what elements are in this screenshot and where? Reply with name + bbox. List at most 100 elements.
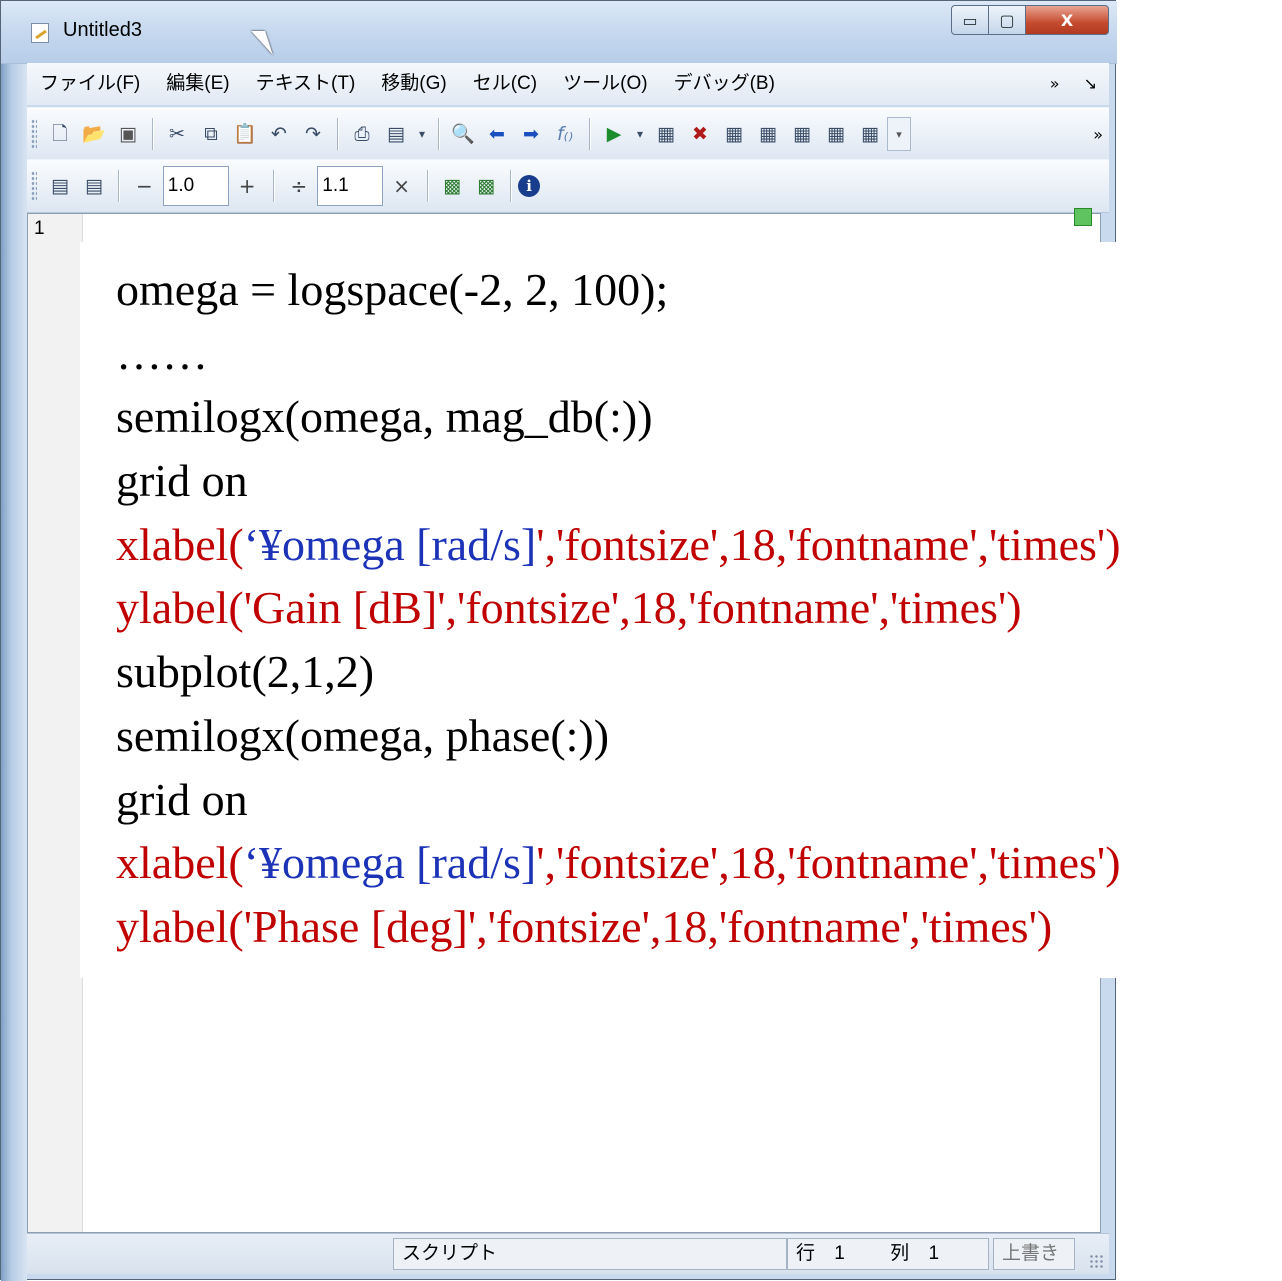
toolbar-separator <box>438 118 439 150</box>
code-line-10-string: ‘¥omega [rad/s] <box>243 837 537 889</box>
line-number-gutter: 1 <box>28 214 83 1232</box>
execute-dropdown-icon[interactable]: ▾ <box>634 120 646 148</box>
code-listing: omega = logspace(-2, 2, 100); …… semilog… <box>116 258 1121 959</box>
code-line-4: grid on <box>116 455 248 507</box>
function-icon[interactable]: f₍₎ <box>551 120 579 148</box>
code-line-5-string: ‘¥omega [rad/s] <box>243 518 537 570</box>
divide-button[interactable]: ÷ <box>291 174 308 198</box>
copy-icon[interactable]: ⧉ <box>197 120 225 148</box>
row-label: 行 <box>796 1243 816 1264</box>
menu-file[interactable]: ファイル(F) <box>27 63 153 105</box>
forward-arrow-icon[interactable]: ➡ <box>517 120 545 148</box>
find-icon[interactable]: 🔍 <box>449 120 477 148</box>
code-line-5: xlabel(‘¥omega [rad/s]','fontsize',18,'f… <box>116 513 1121 577</box>
menu-overflow-button[interactable]: » <box>1038 63 1072 105</box>
row-value: 1 <box>834 1243 845 1264</box>
status-bar: スクリプト 行 1 列 1 上書き <box>27 1233 1109 1274</box>
back-arrow-icon[interactable]: ⬅ <box>483 120 511 148</box>
code-line-10-args: ','fontsize',18,'fontname','times') <box>536 837 1121 889</box>
new-file-icon[interactable]: 🗋 <box>46 120 74 148</box>
print-icon[interactable]: ⎙ <box>348 120 376 148</box>
status-overwrite: 上書き <box>993 1238 1075 1270</box>
page-next-icon[interactable]: ▦ <box>754 120 782 148</box>
col-value: 1 <box>928 1243 940 1264</box>
toolbar-separator <box>272 170 274 202</box>
status-mode: スクリプト <box>393 1238 787 1270</box>
code-line-5-func: xlabel( <box>116 518 244 570</box>
insert-cell-above-icon[interactable]: ▤ <box>46 172 74 200</box>
evaluate-all-icon[interactable]: ▩ <box>472 172 500 200</box>
toolbar-separator <box>118 170 119 202</box>
page-prev-icon[interactable]: ▦ <box>720 120 748 148</box>
close-icon: X <box>1060 10 1074 30</box>
print-dropdown-icon[interactable]: ▾ <box>416 120 428 148</box>
col-label: 列 <box>890 1243 910 1264</box>
status-position: 行 1 列 1 <box>787 1238 989 1270</box>
insert-cell-below-icon[interactable]: ▤ <box>80 172 108 200</box>
code-line-11: ylabel('Phase [deg]','fontsize',18,'font… <box>116 900 1053 952</box>
toolbar-grip[interactable] <box>31 171 37 201</box>
document-icon <box>31 23 49 43</box>
window-left-edge <box>1 1 27 1281</box>
code-line-3: semilogx(omega, mag_db(:)) <box>116 391 653 443</box>
title-bar[interactable]: Untitled3 ▭ ▢ X <box>1 1 1117 64</box>
minimize-button[interactable]: ▭ <box>951 5 989 35</box>
menu-bar: ファイル(F) 編集(E) テキスト(T) 移動(G) セル(C) ツール(O)… <box>27 63 1109 105</box>
line-number: 1 <box>34 218 45 239</box>
toolbar-separator <box>337 118 338 150</box>
code-line-2: …… <box>116 327 208 379</box>
close-doc-icon[interactable]: ✖ <box>686 120 714 148</box>
menu-cell[interactable]: セル(C) <box>460 63 550 105</box>
code-line-7: subplot(2,1,2) <box>116 646 375 698</box>
toolbar-separator <box>152 118 153 150</box>
toolbar-grip[interactable] <box>31 119 37 149</box>
page-last-icon[interactable]: ▦ <box>822 120 850 148</box>
minimize-icon: ▭ <box>962 10 978 30</box>
page-first-icon[interactable]: ▦ <box>788 120 816 148</box>
maximize-button[interactable]: ▢ <box>988 5 1026 35</box>
window-title: Untitled3 <box>63 19 142 41</box>
cut-icon[interactable]: ✂ <box>163 120 191 148</box>
menu-edit[interactable]: 編集(E) <box>153 63 242 105</box>
page-split-icon[interactable]: ▦ <box>856 120 884 148</box>
factor-value-input[interactable] <box>317 166 384 206</box>
menu-text[interactable]: テキスト(T) <box>243 63 369 105</box>
code-line-9: grid on <box>116 773 248 825</box>
info-icon[interactable]: i <box>518 175 541 197</box>
undo-icon[interactable]: ↶ <box>265 120 293 148</box>
evaluate-cell-icon[interactable]: ▩ <box>438 172 466 200</box>
print-preview-icon[interactable]: ▤ <box>382 120 410 148</box>
close-button[interactable]: X <box>1025 5 1109 35</box>
code-line-1: omega = logspace(-2, 2, 100); <box>116 264 669 315</box>
page-icon[interactable]: ▦ <box>652 120 680 148</box>
status-indicator-icon <box>1074 208 1092 226</box>
menu-goto[interactable]: 移動(G) <box>368 63 459 105</box>
menu-tools[interactable]: ツール(O) <box>550 63 660 105</box>
redo-icon[interactable]: ↷ <box>299 120 327 148</box>
code-line-10-func: xlabel( <box>116 837 244 889</box>
code-line-8: semilogx(omega, phase(:)) <box>116 709 610 761</box>
resize-grip[interactable] <box>1089 1254 1105 1270</box>
main-toolbar: 🗋 📂 ▣ ✂ ⧉ 📋 ↶ ↷ ⎙ ▤ ▾ 🔍 ⬅ ➡ f₍₎ ▶ ▾ ▦ ✖ … <box>27 107 1109 161</box>
cell-toolbar: ▤ ▤ − + ÷ × ▩ ▩ i <box>27 159 1109 213</box>
increment-button[interactable]: + <box>239 174 256 198</box>
toolbar-separator <box>427 170 429 202</box>
toolbar-separator <box>589 118 590 150</box>
toolbar-dropdown[interactable]: ▾ <box>887 117 911 151</box>
paste-icon[interactable]: 📋 <box>231 120 259 148</box>
menu-options-icon[interactable]: ↘ <box>1072 63 1109 105</box>
code-line-6: ylabel('Gain [dB]','fontsize',18,'fontna… <box>116 582 1022 634</box>
save-icon[interactable]: ▣ <box>114 120 142 148</box>
multiply-button[interactable]: × <box>393 174 410 198</box>
code-line-10: xlabel(‘¥omega [rad/s]','fontsize',18,'f… <box>116 831 1121 895</box>
execute-icon[interactable]: ▶ <box>600 120 628 148</box>
toolbar-overflow-button[interactable]: » <box>1093 125 1103 144</box>
maximize-icon: ▢ <box>999 10 1015 30</box>
open-folder-icon[interactable]: 📂 <box>80 120 108 148</box>
window-controls: ▭ ▢ X <box>951 5 1109 43</box>
menu-debug[interactable]: デバッグ(B) <box>661 63 788 105</box>
decrement-button[interactable]: − <box>136 174 153 198</box>
code-line-5-args: ','fontsize',18,'fontname','times') <box>536 518 1121 570</box>
increment-value-input[interactable] <box>162 166 229 206</box>
toolbar-separator <box>510 170 512 202</box>
